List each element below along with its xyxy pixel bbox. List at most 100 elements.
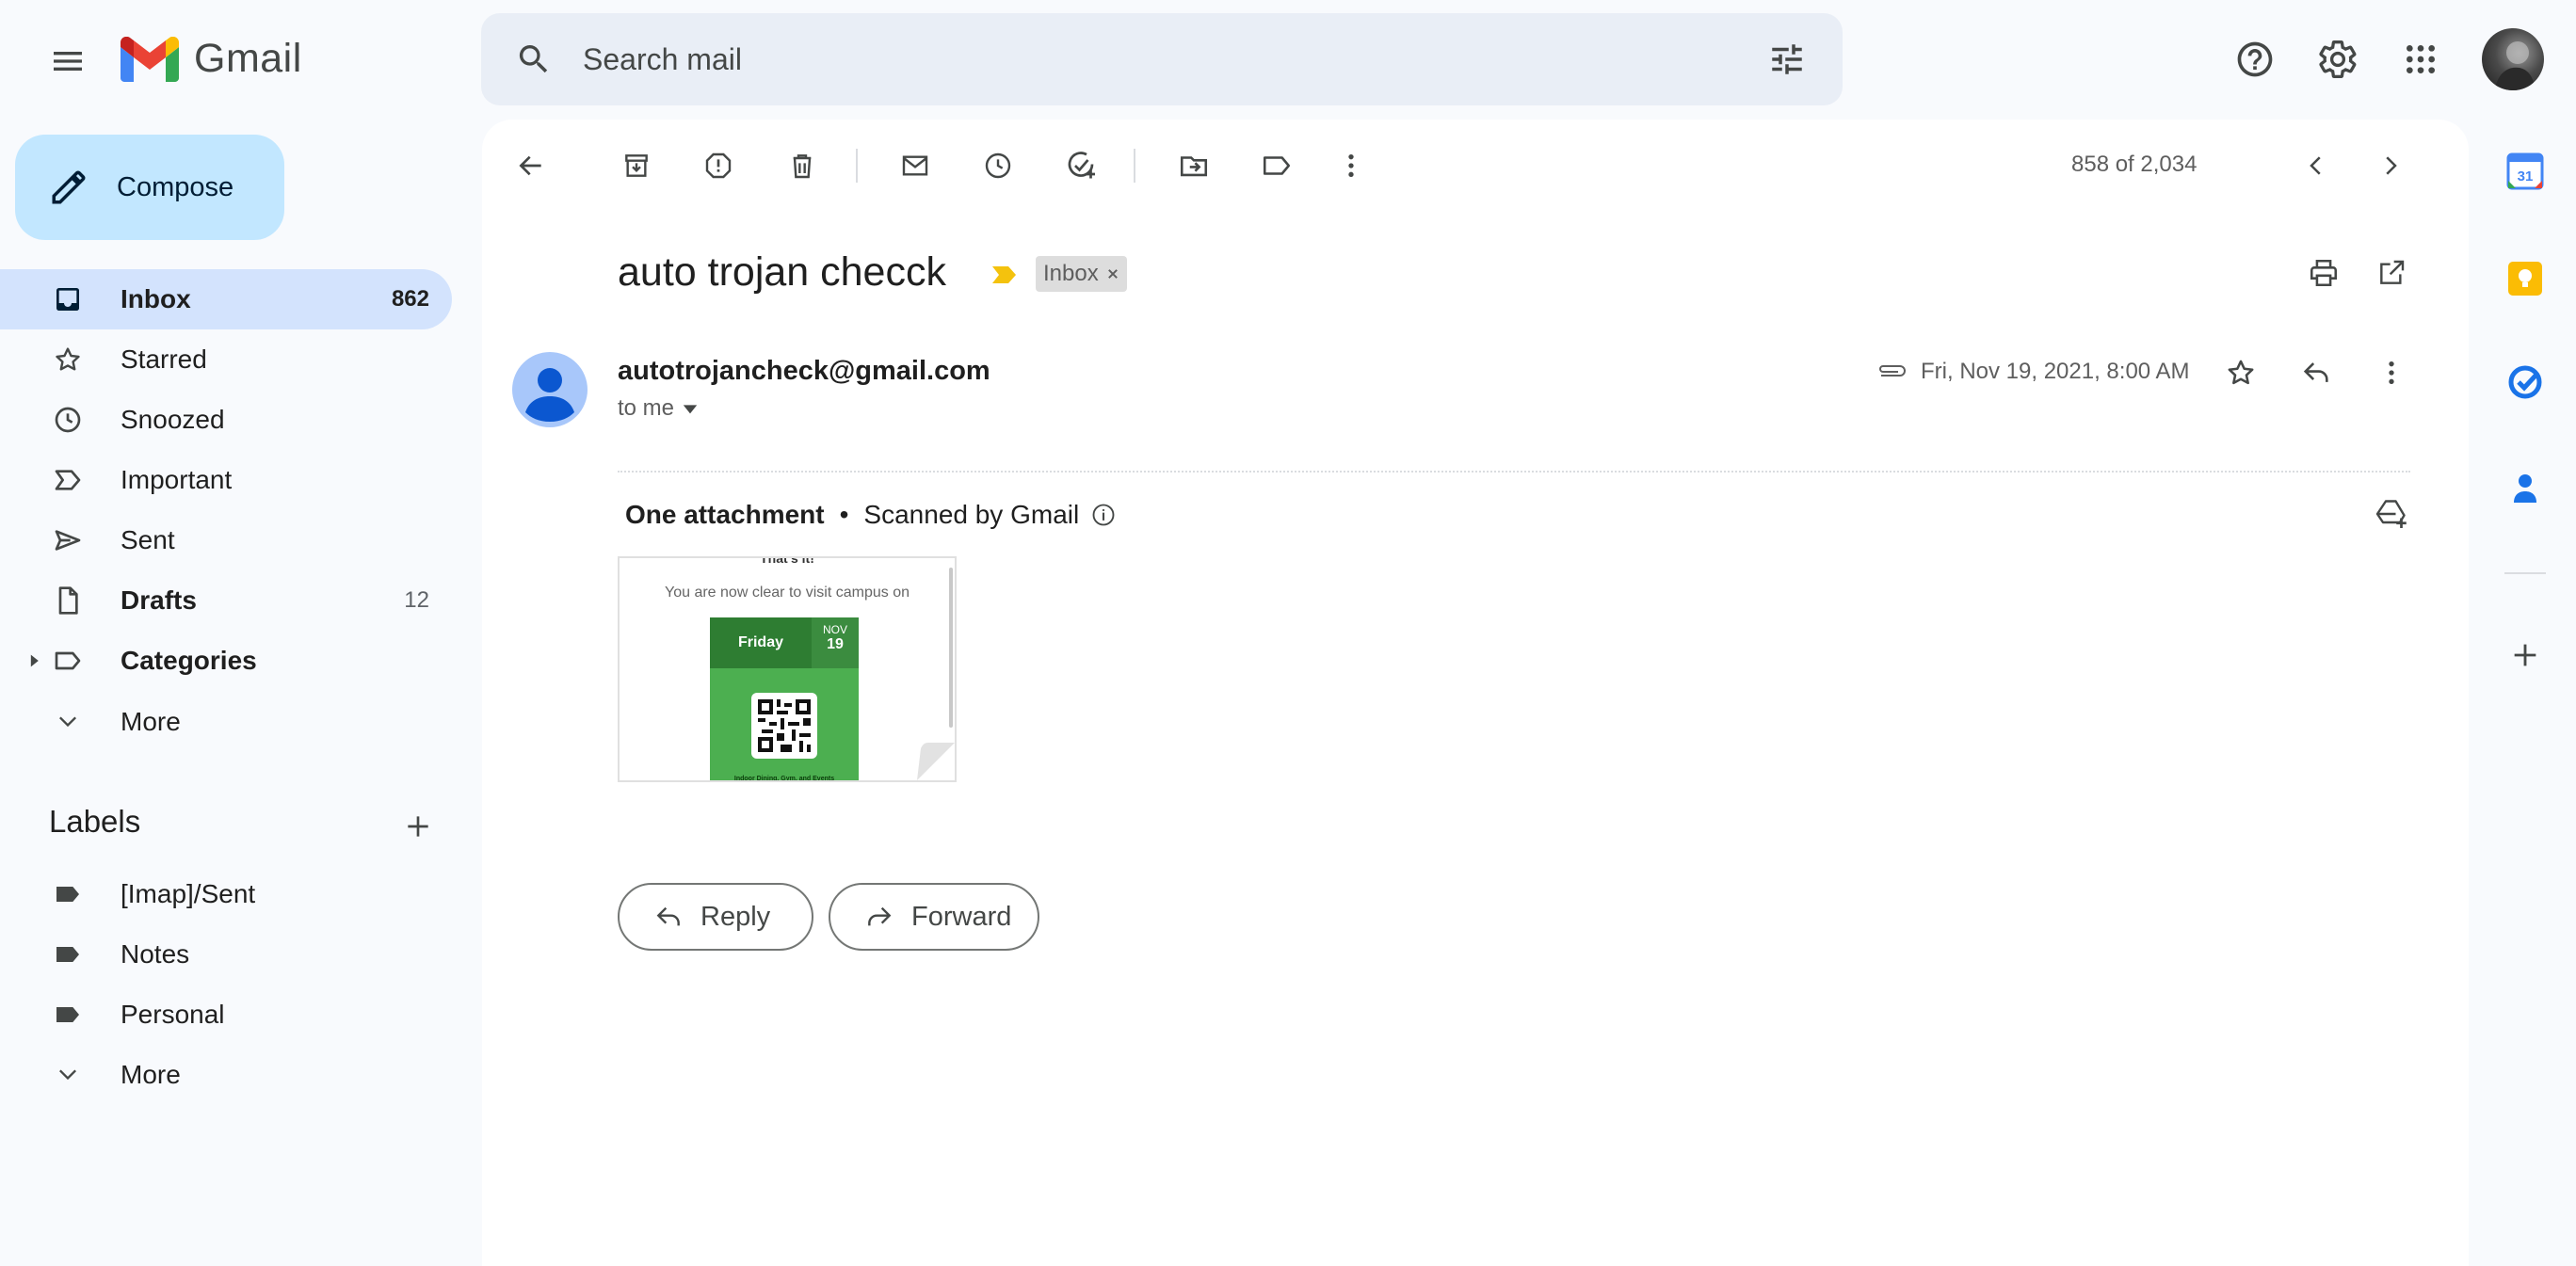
message-divider	[618, 471, 2410, 473]
labels-heading: Labels	[49, 804, 141, 839]
star-icon	[2228, 360, 2254, 385]
clock-icon	[49, 401, 87, 439]
pass-footer: Indoor Dining, Gym, and Events	[733, 776, 835, 782]
sidebar-item-sent[interactable]: Sent	[0, 510, 452, 570]
pass-date-box: NOV 19	[812, 617, 859, 668]
inbox-icon	[49, 280, 87, 318]
caret-right-icon[interactable]	[26, 653, 41, 668]
label-filled-icon	[49, 875, 87, 913]
page-fold-icon	[917, 743, 955, 780]
help-button[interactable]	[2224, 28, 2286, 90]
get-addons-button[interactable]	[2503, 633, 2548, 678]
menu-icon	[54, 52, 82, 71]
pass-date: 19	[827, 636, 844, 652]
info-icon[interactable]	[1090, 502, 1117, 528]
account-avatar[interactable]	[2482, 28, 2544, 90]
search-input[interactable]	[583, 31, 1767, 88]
app-name: Gmail	[194, 36, 302, 81]
important-marker-icon[interactable]	[990, 264, 1019, 285]
message-more-button[interactable]	[2365, 346, 2418, 399]
recipients-label: to me	[618, 395, 675, 421]
sender-avatar[interactable]	[512, 352, 588, 427]
search-icon[interactable]	[515, 40, 553, 78]
add-to-tasks-button[interactable]	[1055, 139, 1107, 192]
newer-button[interactable]	[2290, 139, 2343, 192]
report-spam-button[interactable]	[692, 139, 745, 192]
more-options-button[interactable]	[1325, 139, 1377, 192]
label-name: Notes	[121, 939, 190, 969]
add-task-icon	[1068, 152, 1095, 179]
reply-icon-button[interactable]	[2290, 346, 2343, 399]
gmail-logo[interactable]: Gmail	[121, 36, 302, 82]
calendar-day: 31	[2518, 168, 2534, 184]
sidebar-item-label: Important	[121, 465, 233, 494]
sidebar-labels-more[interactable]: More	[0, 1045, 452, 1105]
settings-button[interactable]	[2307, 28, 2369, 90]
sender-email[interactable]: autotrojancheck@gmail.com	[618, 356, 990, 387]
pass-day: Friday	[710, 617, 812, 668]
open-in-new-icon	[2380, 260, 2405, 284]
keep-app-button[interactable]	[2503, 256, 2548, 301]
compose-button[interactable]: Compose	[15, 135, 284, 240]
sidebar-item-important[interactable]: Important	[0, 450, 452, 510]
tasks-check-icon	[2508, 365, 2542, 399]
reply-button[interactable]: Reply	[618, 883, 813, 951]
create-label-button[interactable]	[395, 804, 441, 849]
contacts-app-button[interactable]	[2503, 465, 2548, 510]
sidebar-item-starred[interactable]: Starred	[0, 329, 452, 390]
sidebar-item-categories[interactable]: Categories	[0, 631, 452, 691]
draft-count: 12	[404, 587, 429, 613]
plus-icon	[408, 816, 428, 837]
close-icon[interactable]	[1106, 267, 1119, 280]
sidebar-item-snoozed[interactable]: Snoozed	[0, 390, 452, 450]
more-vert-icon	[1348, 154, 1354, 177]
sidebar-item-label: More	[121, 1060, 181, 1089]
email-subject: auto trojan checck	[618, 249, 946, 295]
print-icon	[2310, 259, 2338, 287]
star-icon	[49, 341, 87, 378]
label-name: Personal	[121, 1000, 225, 1029]
unread-count: 862	[391, 286, 429, 312]
move-to-folder-icon	[1180, 156, 1208, 177]
archive-button[interactable]	[610, 139, 663, 192]
recipients-toggle[interactable]: to me	[618, 395, 699, 422]
sidebar-label-imap-sent[interactable]: [Imap]/Sent	[0, 864, 452, 924]
plus-icon	[2514, 644, 2536, 666]
sidebar-label-notes[interactable]: Notes	[0, 924, 452, 985]
pencil-icon	[52, 170, 86, 204]
report-spam-icon	[705, 152, 732, 179]
snooze-button[interactable]	[972, 139, 1024, 192]
forward-button[interactable]: Forward	[829, 883, 1039, 951]
labels-button[interactable]	[1250, 139, 1303, 192]
tune-icon[interactable]	[1767, 40, 1807, 79]
print-button[interactable]	[2297, 247, 2350, 299]
sidebar-item-drafts[interactable]: Drafts 12	[0, 570, 452, 631]
tasks-app-button[interactable]	[2503, 360, 2548, 405]
add-to-drive-button[interactable]	[2365, 488, 2418, 540]
delete-button[interactable]	[776, 139, 829, 192]
back-button[interactable]	[505, 139, 557, 192]
apps-button[interactable]	[2390, 28, 2452, 90]
attachments-heading: One attachment • Scanned by Gmail	[625, 500, 1117, 530]
main-menu-button[interactable]	[36, 29, 100, 93]
chevron-left-icon	[2310, 156, 2321, 175]
more-vert-icon	[2389, 361, 2394, 384]
attachment-thumbnail[interactable]: That's it! You are now clear to visit ca…	[618, 556, 957, 782]
sidebar-item-label: More	[121, 707, 181, 736]
campus-pass-card: Friday NOV 19 Indoor Dining, Gym, and Ev…	[710, 617, 859, 782]
move-to-button[interactable]	[1167, 139, 1220, 192]
star-message-button[interactable]	[2214, 346, 2267, 399]
help-icon	[2237, 41, 2273, 77]
preview-scrollbar	[949, 568, 953, 728]
attachment-clip-icon	[1879, 365, 1906, 377]
older-button[interactable]	[2364, 139, 2417, 192]
sidebar-item-inbox[interactable]: Inbox 862	[0, 269, 452, 329]
open-new-window-button[interactable]	[2365, 247, 2418, 299]
mark-unread-button[interactable]	[889, 139, 942, 192]
calendar-app-button[interactable]: 31	[2503, 149, 2548, 194]
sidebar-item-label: Inbox	[121, 284, 191, 313]
sidebar-label-personal[interactable]: Personal	[0, 985, 452, 1045]
search-bar[interactable]	[481, 13, 1843, 105]
sidebar-item-more[interactable]: More	[0, 692, 452, 752]
contacts-person-icon	[2514, 474, 2536, 503]
